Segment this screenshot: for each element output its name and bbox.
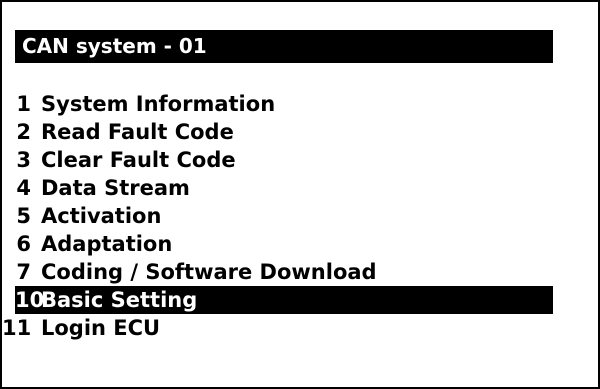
menu-item-label: Activation: [41, 204, 162, 228]
menu-item-label: Coding / Software Download: [41, 260, 377, 284]
menu-item-label: Login ECU: [41, 316, 161, 340]
menu-item-number: 5: [16, 204, 31, 228]
page-title: CAN system - 01: [15, 30, 553, 63]
menu-item-system-information[interactable]: 1 System Information: [2, 90, 598, 118]
menu-item-number: 11: [2, 316, 32, 340]
menu-item-label: Data Stream: [41, 176, 190, 200]
menu-item-number: 6: [16, 232, 31, 256]
menu-item-label: Read Fault Code: [41, 120, 234, 144]
menu-item-read-fault-code[interactable]: 2 Read Fault Code: [2, 118, 598, 146]
menu-item-clear-fault-code[interactable]: 3 Clear Fault Code: [2, 146, 598, 174]
diagnostic-screen: CAN system - 01 1 System Information 2 Rea…: [0, 0, 600, 389]
menu-item-number: 7: [16, 260, 31, 284]
menu-item-coding-software-download[interactable]: 7 Coding / Software Download: [2, 258, 598, 286]
menu-item-label: Adaptation: [41, 232, 173, 256]
menu-item-label: Clear Fault Code: [41, 148, 236, 172]
menu-item-number: 2: [16, 120, 31, 144]
menu-item-number: 10: [15, 288, 45, 312]
menu-item-data-stream[interactable]: 4 Data Stream: [2, 174, 598, 202]
menu-item-label: Basic Setting: [41, 288, 198, 312]
menu-item-label: System Information: [41, 92, 276, 116]
function-menu: 1 System Information 2 Read Fault Code 3 Cl…: [2, 90, 598, 342]
menu-item-number: 1: [16, 92, 31, 116]
menu-item-login-ecu[interactable]: 11 Login ECU: [2, 314, 598, 342]
menu-item-number: 4: [16, 176, 31, 200]
menu-item-number: 3: [16, 148, 31, 172]
menu-item-activation[interactable]: 5 Activation: [2, 202, 598, 230]
menu-item-basic-setting[interactable]: 10Basic Setting: [15, 286, 553, 314]
menu-item-adaptation[interactable]: 6 Adaptation: [2, 230, 598, 258]
